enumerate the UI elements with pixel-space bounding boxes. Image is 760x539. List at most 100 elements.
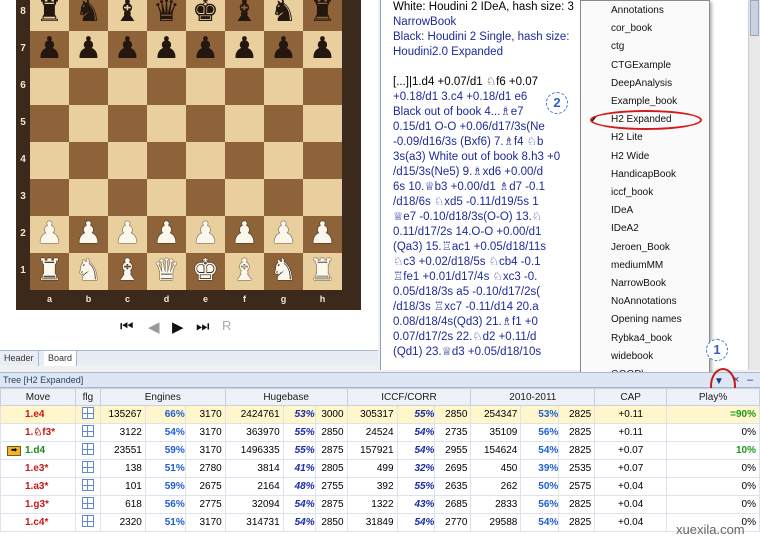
black-queen-icon[interactable]: ♛ xyxy=(153,0,180,29)
tree-column-header[interactable]: Play% xyxy=(666,388,760,406)
flag-grid-icon[interactable] xyxy=(81,479,94,491)
flag-grid-icon[interactable] xyxy=(81,515,94,527)
square-f8[interactable]: ♝ xyxy=(225,0,264,31)
square-a8[interactable]: ♜ xyxy=(30,0,69,31)
book-menu-item[interactable]: iccf_book xyxy=(581,184,709,202)
square-d7[interactable]: ♟ xyxy=(147,31,186,68)
square-b1[interactable]: ♞ xyxy=(69,253,108,290)
square-d4[interactable] xyxy=(147,142,186,179)
black-king-icon[interactable]: ♚ xyxy=(192,0,219,29)
black-knight-icon[interactable]: ♞ xyxy=(270,0,297,29)
tree-column-header[interactable]: ICCF/CORR xyxy=(346,388,472,406)
square-g1[interactable]: ♞ xyxy=(264,253,303,290)
white-pawn-icon[interactable]: ♟ xyxy=(36,216,63,251)
book-menu-item[interactable]: mediumMM xyxy=(581,257,709,275)
white-rook-icon[interactable]: ♜ xyxy=(309,253,336,288)
tree-row[interactable]: 1.c4* 2320 51% 3170 314731 54% 2850 31849 54% 277… xyxy=(0,513,760,532)
square-e5[interactable] xyxy=(186,105,225,142)
square-g2[interactable]: ♟ xyxy=(264,216,303,253)
square-d2[interactable]: ♟ xyxy=(147,216,186,253)
black-pawn-icon[interactable]: ♟ xyxy=(114,31,141,66)
square-f3[interactable] xyxy=(225,179,264,216)
black-rook-icon[interactable]: ♜ xyxy=(36,0,63,29)
square-a2[interactable]: ♟ xyxy=(30,216,69,253)
square-c7[interactable]: ♟ xyxy=(108,31,147,68)
square-a1[interactable]: ♜ xyxy=(30,253,69,290)
book-menu-item[interactable]: NoAnnotations xyxy=(581,293,709,311)
square-c4[interactable] xyxy=(108,142,147,179)
tree-column-header[interactable]: CAP xyxy=(594,388,668,406)
prev-move-icon[interactable]: ◀ xyxy=(148,318,160,336)
white-pawn-icon[interactable]: ♟ xyxy=(192,216,219,251)
book-menu-item[interactable]: Annotations xyxy=(581,2,709,20)
square-b4[interactable] xyxy=(69,142,108,179)
first-move-icon[interactable]: ⏮ xyxy=(120,318,134,335)
square-e6[interactable] xyxy=(186,68,225,105)
tree-row[interactable]: 1.g3* 618 56% 2775 32094 54% 2875 1322 43% 2685 28… xyxy=(0,495,760,514)
white-pawn-icon[interactable]: ♟ xyxy=(309,216,336,251)
square-c5[interactable] xyxy=(108,105,147,142)
black-pawn-icon[interactable]: ♟ xyxy=(231,31,258,66)
square-c1[interactable]: ♝ xyxy=(108,253,147,290)
book-menu-item[interactable]: H2 Lite xyxy=(581,129,709,147)
square-h4[interactable] xyxy=(303,142,342,179)
square-d5[interactable] xyxy=(147,105,186,142)
book-menu-item[interactable]: IDeA xyxy=(581,202,709,220)
square-a7[interactable]: ♟ xyxy=(30,31,69,68)
square-h5[interactable] xyxy=(303,105,342,142)
square-b2[interactable]: ♟ xyxy=(69,216,108,253)
square-f5[interactable] xyxy=(225,105,264,142)
black-knight-icon[interactable]: ♞ xyxy=(75,0,102,29)
book-menu-item[interactable]: Jeroen_Book xyxy=(581,239,709,257)
black-pawn-icon[interactable]: ♟ xyxy=(36,31,63,66)
white-knight-icon[interactable]: ♞ xyxy=(270,253,297,288)
black-pawn-icon[interactable]: ♟ xyxy=(270,31,297,66)
square-d3[interactable] xyxy=(147,179,186,216)
square-b3[interactable] xyxy=(69,179,108,216)
tree-row[interactable]: 1.e4 135267 66% 3170 2424761 53% 3000 305317 55%… xyxy=(0,405,760,424)
book-menu-item[interactable]: ctg xyxy=(581,38,709,56)
book-menu-item[interactable]: CTGExample xyxy=(581,57,709,75)
square-e1[interactable]: ♚ xyxy=(186,253,225,290)
square-b8[interactable]: ♞ xyxy=(69,0,108,31)
square-h1[interactable]: ♜ xyxy=(303,253,342,290)
white-pawn-icon[interactable]: ♟ xyxy=(114,216,141,251)
flag-grid-icon[interactable] xyxy=(81,425,94,437)
square-b7[interactable]: ♟ xyxy=(69,31,108,68)
black-pawn-icon[interactable]: ♟ xyxy=(309,31,336,66)
book-menu-item[interactable]: Rybka4_book xyxy=(581,330,709,348)
black-pawn-icon[interactable]: ♟ xyxy=(75,31,102,66)
square-b6[interactable] xyxy=(69,68,108,105)
square-e8[interactable]: ♚ xyxy=(186,0,225,31)
white-bishop-icon[interactable]: ♝ xyxy=(114,253,141,288)
square-c2[interactable]: ♟ xyxy=(108,216,147,253)
tree-row[interactable]: 1.a3* 101 59% 2675 2164 48% 2755 392 55% 2635 262 5… xyxy=(0,477,760,496)
white-pawn-icon[interactable]: ♟ xyxy=(270,216,297,251)
square-h3[interactable] xyxy=(303,179,342,216)
square-a3[interactable] xyxy=(30,179,69,216)
square-a6[interactable] xyxy=(30,68,69,105)
white-rook-icon[interactable]: ♜ xyxy=(36,253,63,288)
book-menu-item[interactable]: Example_book xyxy=(581,93,709,111)
white-knight-icon[interactable]: ♞ xyxy=(75,253,102,288)
black-rook-icon[interactable]: ♜ xyxy=(309,0,336,29)
notation-scrollbar[interactable] xyxy=(748,0,760,370)
square-f4[interactable] xyxy=(225,142,264,179)
square-e4[interactable] xyxy=(186,142,225,179)
tree-column-header[interactable]: Hugebase xyxy=(224,388,348,406)
square-g3[interactable] xyxy=(264,179,303,216)
next-move-icon[interactable]: ▶ xyxy=(172,318,184,336)
book-menu-item[interactable]: H2 Wide xyxy=(581,148,709,166)
square-c8[interactable]: ♝ xyxy=(108,0,147,31)
square-b5[interactable] xyxy=(69,105,108,142)
tree-column-header[interactable]: Engines xyxy=(99,388,226,406)
square-h6[interactable] xyxy=(303,68,342,105)
book-menu-item[interactable]: widebook xyxy=(581,348,709,366)
square-g7[interactable]: ♟ xyxy=(264,31,303,68)
replay-icon[interactable]: R xyxy=(222,318,231,333)
chess-board[interactable]: ♜ ♞ ♝ ♛ ♚ ♝ ♞ ♜ ♟ ♟ ♟ ♟ ♟ ♟ ♟ ♟ ♟ ♟ ♟ ♟ ♟ ♟ ♟ ♟ ♜ ♞ ♝ ♛ ♚ ♝ ♞ ♜ 8 7 6 5 4 3 2 1… xyxy=(16,0,361,310)
book-menu-item[interactable]: cor_book xyxy=(581,20,709,38)
white-pawn-icon[interactable]: ♟ xyxy=(153,216,180,251)
book-menu-item[interactable]: HandicapBook xyxy=(581,166,709,184)
book-menu-item[interactable]: DeepAnalysis xyxy=(581,75,709,93)
